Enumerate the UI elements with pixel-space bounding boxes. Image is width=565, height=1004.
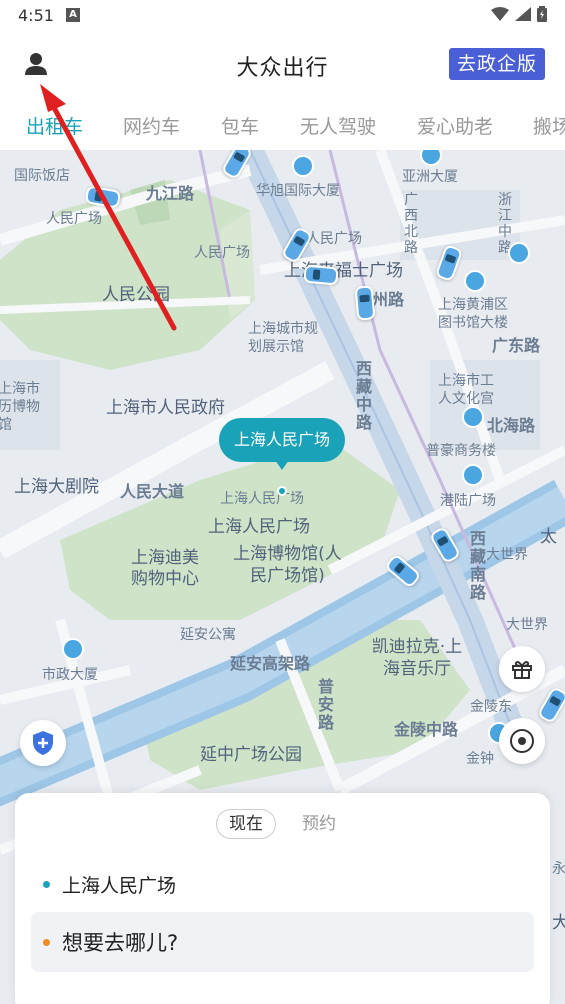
- map-label: 上海市人民政府: [106, 398, 225, 418]
- destination-dot: [43, 938, 50, 946]
- map-label: 上海黄浦区图书馆大楼: [438, 297, 508, 331]
- map-label: 永: [552, 861, 565, 877]
- poi-marker-icon[interactable]: [508, 242, 530, 264]
- poi-marker-icon[interactable]: [462, 464, 484, 486]
- map-label: 上海迪美购物中心: [131, 548, 199, 589]
- map-label: 普安路: [318, 677, 335, 732]
- app-header: 大众出行 去政企版: [0, 32, 565, 96]
- poi-marker-icon[interactable]: [292, 155, 314, 177]
- safety-button[interactable]: [20, 720, 66, 766]
- map-label: 人民大道: [120, 482, 185, 501]
- map-label: 上海人民广场: [208, 517, 310, 537]
- taxi-car-icon: [303, 264, 339, 286]
- map-label: 上海城市规划展示馆: [248, 321, 318, 355]
- pickup-pin-tail: [275, 460, 289, 470]
- pickup-pin-label[interactable]: 上海人民广场: [219, 418, 345, 462]
- time-now-toggle[interactable]: 现在: [216, 809, 276, 839]
- map-label: 上海市工人文化宫: [438, 373, 494, 407]
- destination-input[interactable]: 想要去哪儿?: [31, 912, 534, 972]
- map-label: 太: [540, 527, 557, 547]
- gift-icon: [512, 661, 532, 679]
- map-label: 人民广场: [46, 211, 102, 227]
- tab-charter[interactable]: 包车: [221, 112, 259, 139]
- pickup-location-dot: [277, 486, 287, 496]
- map-label: 延中广场公园: [200, 745, 302, 765]
- wifi-icon: [491, 7, 509, 21]
- map-label: 上海大剧院: [14, 477, 99, 497]
- map-label: 人民公园: [102, 285, 170, 305]
- map-label: 上海来福士广场: [284, 261, 403, 281]
- map-label: 凯迪拉克·上海音乐厅: [371, 637, 463, 679]
- map-label: 市政大厦: [42, 667, 98, 683]
- map-label: 华旭国际大厦: [256, 183, 340, 199]
- map-label: 普豪商务楼: [426, 443, 496, 459]
- locate-me-button[interactable]: [499, 718, 545, 764]
- tab-ride-hailing[interactable]: 网约车: [123, 112, 180, 139]
- map-label: 大世界: [506, 617, 548, 633]
- status-icons: [491, 6, 547, 22]
- origin-text: 上海人民广场: [62, 875, 177, 897]
- map-label: 大: [552, 913, 565, 933]
- gift-button[interactable]: [499, 646, 545, 692]
- status-time: 4:51: [18, 6, 54, 25]
- taxi-car-icon: [354, 285, 376, 321]
- map-label: 西藏中路: [356, 359, 373, 432]
- time-reserve-toggle[interactable]: 预约: [302, 809, 336, 839]
- signal-icon: [515, 7, 531, 21]
- map-label: 大世界: [486, 547, 528, 563]
- poi-marker-icon[interactable]: [462, 406, 484, 428]
- origin-row[interactable]: 上海人民广场: [43, 871, 176, 898]
- map-label: 人民广场: [306, 231, 362, 247]
- poi-marker-icon[interactable]: [464, 270, 486, 292]
- map-label: 九江路: [146, 184, 195, 203]
- battery-icon: [537, 6, 547, 22]
- notification-icon: A: [66, 8, 80, 22]
- service-tabs: 出租车 网约车 包车 无人驾驶 爱心助老 搬场: [0, 96, 565, 150]
- map-label: 金陵东: [470, 699, 512, 715]
- map-label: 上海市历博物馆: [0, 381, 40, 433]
- map-label: 国际饭店: [14, 168, 70, 184]
- map-label: 金陵中路: [394, 720, 459, 739]
- booking-card: 现在 预约 上海人民广场 想要去哪儿?: [15, 793, 550, 1004]
- map-label: 人民广场: [194, 245, 250, 261]
- tab-taxi[interactable]: 出租车: [26, 112, 83, 139]
- poi-marker-icon[interactable]: [62, 638, 84, 660]
- map-label: 上海博物馆(人民广场馆): [233, 544, 342, 586]
- map-label: 北海路: [487, 416, 536, 435]
- map-label: 延安高架路: [230, 654, 311, 673]
- map-label: 广西北路: [404, 192, 418, 256]
- map-label: 港陆广场: [440, 493, 496, 509]
- destination-placeholder: 想要去哪儿?: [62, 931, 179, 955]
- tab-elder-care[interactable]: 爱心助老: [417, 112, 493, 139]
- gov-version-button[interactable]: 去政企版: [448, 48, 545, 80]
- origin-dot: [43, 881, 50, 888]
- tab-moving[interactable]: 搬场: [533, 112, 565, 139]
- map-label: 延安公寓: [180, 627, 236, 643]
- shield-icon: [33, 731, 53, 755]
- map-label: 西藏南路: [470, 529, 487, 602]
- map-label: 广东路: [492, 336, 541, 355]
- map-label: 上海人民广场: [220, 491, 304, 507]
- tab-driverless[interactable]: 无人驾驶: [300, 112, 376, 139]
- target-icon: [510, 729, 534, 753]
- map-label: 亚洲大厦: [402, 169, 458, 185]
- status-bar: 4:51 A: [0, 0, 565, 32]
- map-label: 金钟: [466, 751, 494, 767]
